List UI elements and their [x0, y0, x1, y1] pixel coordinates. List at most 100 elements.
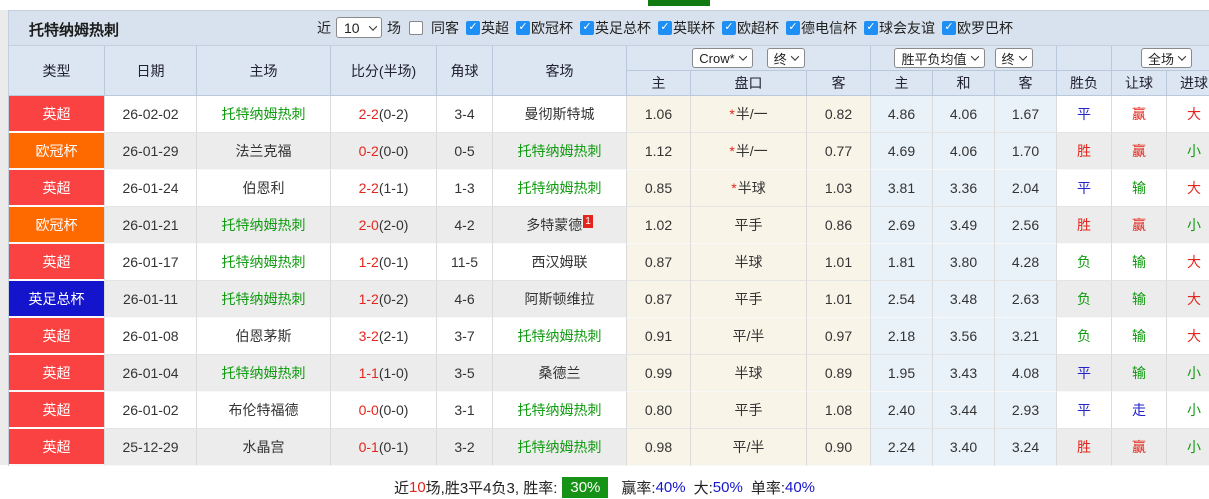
away-team[interactable]: 托特纳姆热刺	[518, 437, 602, 457]
half-time-score: (0-0)	[378, 143, 409, 159]
handicap-odds-home: 0.91	[627, 318, 691, 355]
scope-dropdown[interactable]: 全场	[1140, 48, 1192, 68]
handicap-value: 平手	[734, 217, 763, 233]
handicap-result: 赢	[1112, 133, 1167, 170]
away-team[interactable]: 阿斯顿维拉	[525, 289, 595, 309]
odds-final-dropdown[interactable]: 终	[766, 48, 805, 68]
full-time-score: 1-2	[358, 254, 379, 270]
table-header: 类型 日期 主场 比分(半场) 角球 客场 Crow* 终 胜平负均值 终 全场…	[9, 45, 1209, 96]
avg-odds-home: 3.81	[871, 170, 933, 207]
league-checkbox-label[interactable]: 英超	[481, 18, 509, 38]
league-checkbox[interactable]	[864, 20, 878, 35]
away-team[interactable]: 桑德兰	[539, 363, 581, 383]
home-team[interactable]: 托特纳姆热刺	[197, 281, 331, 318]
goals-result: 小	[1167, 207, 1209, 244]
home-team[interactable]: 托特纳姆热刺	[197, 96, 331, 133]
match-date: 26-01-11	[105, 281, 197, 318]
league-filter-item: 欧超杯	[715, 18, 779, 38]
league-filter-item: 欧罗巴杯	[935, 18, 1013, 38]
table-row[interactable]: 英超 25-12-29 水晶宫 0-1 (0-1) 3-2 托特纳姆热刺 0.98…	[9, 429, 1209, 466]
avg-odds-home: 1.95	[871, 355, 933, 392]
avg-final-dropdown[interactable]: 终	[994, 48, 1033, 68]
league-checkbox[interactable]	[658, 20, 672, 35]
league-checkbox[interactable]	[516, 20, 530, 35]
league-checkbox[interactable]	[942, 20, 956, 35]
league-checkbox[interactable]	[466, 20, 480, 35]
odds-source-dropdown[interactable]: Crow*	[692, 48, 753, 68]
away-team[interactable]: 多特蒙德	[526, 215, 582, 235]
table-row[interactable]: 英超 26-02-02 托特纳姆热刺 2-2 (0-2) 3-4 曼彻斯特城 1.…	[9, 96, 1209, 133]
table-row[interactable]: 欧冠杯 26-01-29 法兰克福 0-2 (0-0) 0-5 托特纳姆热刺 1.…	[9, 133, 1209, 170]
handicap-odds-away: 0.90	[807, 429, 871, 466]
league-filter-item: 英足总杯	[573, 18, 651, 38]
handicap-line: *平手	[691, 392, 807, 429]
match-date: 26-01-17	[105, 244, 197, 281]
league-checkbox-label[interactable]: 欧超杯	[737, 18, 779, 38]
corner-score: 4-2	[437, 207, 493, 244]
handicap-line: *半球	[691, 170, 807, 207]
home-team[interactable]: 布伦特福德	[197, 392, 331, 429]
home-team[interactable]: 伯恩茅斯	[197, 318, 331, 355]
handicap-odds-home: 0.85	[627, 170, 691, 207]
table-row[interactable]: 欧冠杯 26-01-21 托特纳姆热刺 2-0 (2-0) 4-2 多特蒙德 1 1…	[9, 207, 1209, 244]
handicap-result: 输	[1112, 281, 1167, 318]
handicap-odds-away: 1.08	[807, 392, 871, 429]
full-time-score: 0-0	[358, 402, 379, 418]
recent-count-select[interactable]: 10	[336, 17, 382, 38]
same-venue-label[interactable]: 同客	[431, 18, 459, 38]
league-badge: 英超	[9, 244, 105, 281]
scope-value: 全场	[1147, 51, 1174, 67]
match-date: 25-12-29	[105, 429, 197, 466]
league-checkbox[interactable]	[786, 20, 800, 35]
league-checkbox[interactable]	[580, 20, 594, 35]
summary-count: 10	[408, 478, 426, 496]
team-header-bar: 托特纳姆热刺 近 10 场 同客 英超 欧冠杯 英足总杯 英联杯 欧超杯 德电信杯 球会友谊…	[9, 10, 1209, 45]
table-row[interactable]: 英超 26-01-17 托特纳姆热刺 1-2 (0-1) 11-5 西汉姆联 0.…	[9, 244, 1209, 281]
handicap-line: *半球	[691, 355, 807, 392]
table-row[interactable]: 英超 26-01-24 伯恩利 2-2 (1-1) 1-3 托特纳姆热刺 0.85…	[9, 170, 1209, 207]
away-team[interactable]: 曼彻斯特城	[525, 104, 595, 124]
away-team[interactable]: 西汉姆联	[532, 252, 588, 272]
league-checkbox-label[interactable]: 英足总杯	[595, 18, 651, 38]
home-team[interactable]: 托特纳姆热刺	[197, 355, 331, 392]
avg-source-dropdown[interactable]: 胜平负均值	[894, 48, 985, 68]
away-team[interactable]: 托特纳姆热刺	[518, 141, 602, 161]
away-team[interactable]: 托特纳姆热刺	[518, 400, 602, 420]
match-result: 胜	[1057, 207, 1112, 244]
chevron-down-icon	[970, 52, 979, 61]
home-team[interactable]: 伯恩利	[197, 170, 331, 207]
full-time-score: 2-2	[358, 106, 379, 122]
league-checkbox-label[interactable]: 球会友谊	[879, 18, 935, 38]
avg-odds-draw: 3.48	[933, 281, 995, 318]
away-team[interactable]: 托特纳姆热刺	[518, 178, 602, 198]
avg-odds-away: 4.28	[995, 244, 1057, 281]
away-team-cell: 西汉姆联	[493, 244, 627, 281]
league-badge: 英超	[9, 170, 105, 207]
handicap-result: 赢	[1112, 207, 1167, 244]
star-icon: *	[729, 106, 735, 122]
home-team[interactable]: 法兰克福	[197, 133, 331, 170]
col-header-corner: 角球	[437, 46, 493, 96]
avg-odds-away: 2.56	[995, 207, 1057, 244]
match-table-panel: 托特纳姆热刺 近 10 场 同客 英超欧冠杯英足总杯英联杯欧超杯德电信杯球会友谊…	[8, 10, 1209, 466]
handicap-odds-away: 0.97	[807, 318, 871, 355]
goals-result: 大	[1167, 96, 1209, 133]
home-team[interactable]: 托特纳姆热刺	[197, 207, 331, 244]
home-team[interactable]: 水晶宫	[197, 429, 331, 466]
home-team[interactable]: 托特纳姆热刺	[197, 244, 331, 281]
league-checkbox-label[interactable]: 欧冠杯	[531, 18, 573, 38]
table-row[interactable]: 英超 26-01-08 伯恩茅斯 3-2 (2-1) 3-7 托特纳姆热刺 0.9…	[9, 318, 1209, 355]
league-checkbox-label[interactable]: 德电信杯	[801, 18, 857, 38]
table-row[interactable]: 英超 26-01-02 布伦特福德 0-0 (0-0) 3-1 托特纳姆热刺 0.…	[9, 392, 1209, 429]
full-time-score: 0-1	[358, 439, 379, 455]
match-history-page: 托特纳姆热刺 近 10 场 同客 英超欧冠杯英足总杯英联杯欧超杯德电信杯球会友谊…	[0, 0, 1209, 499]
handicap-value: 平手	[734, 291, 763, 307]
handicap-line: *平手	[691, 281, 807, 318]
league-checkbox-label[interactable]: 欧罗巴杯	[957, 18, 1013, 38]
table-row[interactable]: 英超 26-01-04 托特纳姆热刺 1-1 (1-0) 3-5 桑德兰 0.99…	[9, 355, 1209, 392]
table-row[interactable]: 英足总杯 26-01-11 托特纳姆热刺 1-2 (0-2) 4-6 阿斯顿维拉 …	[9, 281, 1209, 318]
away-team[interactable]: 托特纳姆热刺	[518, 326, 602, 346]
league-checkbox-label[interactable]: 英联杯	[673, 18, 715, 38]
same-venue-checkbox[interactable]	[409, 20, 423, 35]
league-checkbox[interactable]	[722, 20, 736, 35]
